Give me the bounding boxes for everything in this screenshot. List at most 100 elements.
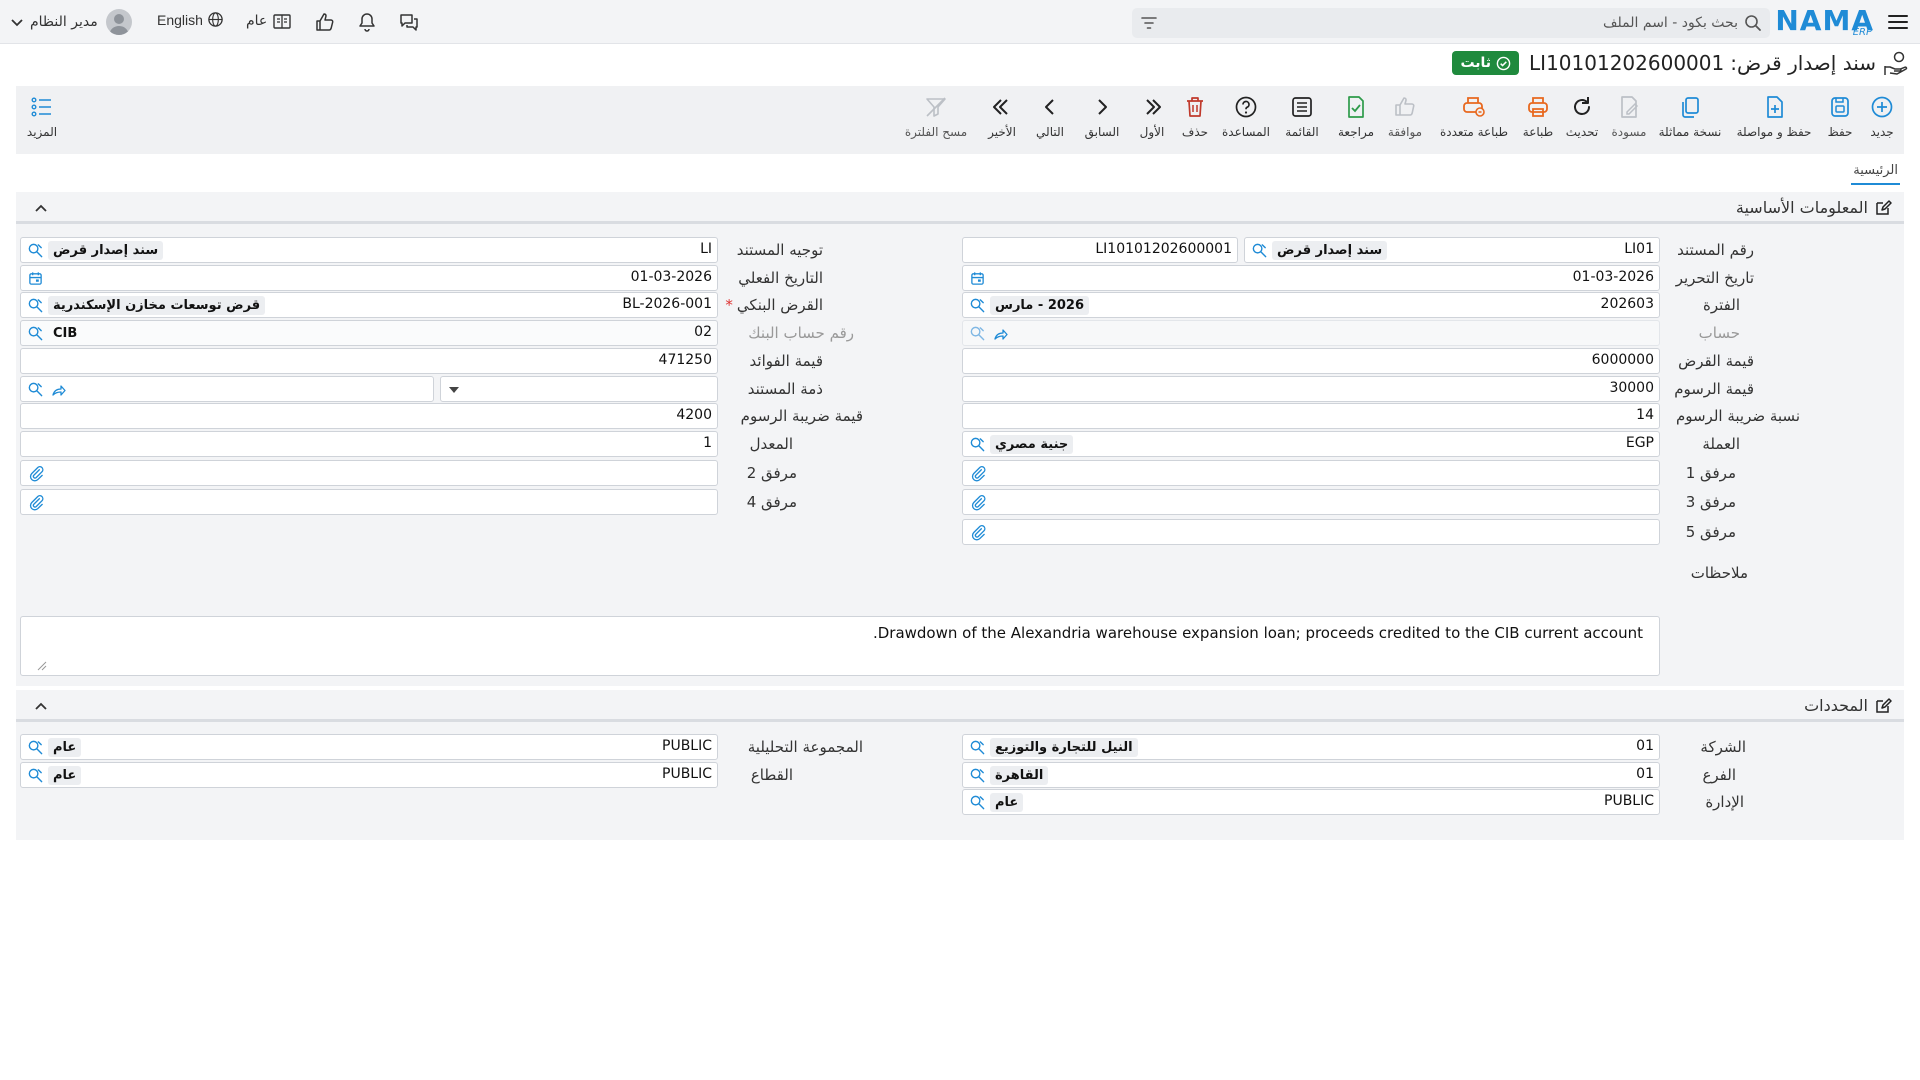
- bank-loan-field[interactable]: BL-2026-001 قرض توسعات مخازن الإسكندرية: [20, 292, 718, 318]
- doc-serial-field[interactable]: LI10101202600001: [962, 237, 1238, 263]
- language-switcher[interactable]: English: [157, 11, 224, 28]
- fees-tax-rate-field[interactable]: 14: [962, 403, 1660, 429]
- edit-date-field[interactable]: 01-03-2026: [962, 265, 1660, 291]
- duplicate-button[interactable]: نسخة مماثلة: [1654, 94, 1726, 150]
- doc-direction-field[interactable]: LI سند إصدار قرض: [20, 237, 718, 263]
- app-logo[interactable]: NAMA ERP: [1775, 4, 1874, 38]
- lookup-search-icon[interactable]: [969, 767, 986, 784]
- paperclip-icon[interactable]: [970, 494, 987, 511]
- notifications-icon[interactable]: [356, 11, 378, 33]
- interest-value-field[interactable]: 471250: [20, 348, 718, 374]
- more-list-icon: [31, 97, 51, 117]
- print-label: طباعة: [1522, 125, 1554, 139]
- menu-icon[interactable]: [1886, 10, 1910, 34]
- draft-button[interactable]: مسودة: [1606, 94, 1652, 150]
- period-field[interactable]: 202603 2026 - مارس: [962, 292, 1660, 318]
- lookup-search-icon[interactable]: [27, 739, 44, 756]
- first-record-button[interactable]: الأول: [1132, 94, 1172, 150]
- resize-grip-icon[interactable]: [37, 661, 47, 671]
- loan-value-field[interactable]: 6000000: [962, 348, 1660, 374]
- paperclip-icon[interactable]: [970, 524, 987, 541]
- lookup-search-icon[interactable]: [969, 794, 986, 811]
- attachment2-field[interactable]: [20, 460, 718, 486]
- doc-liability-field[interactable]: [20, 376, 434, 402]
- basic-info-header[interactable]: المعلومات الأساسية: [16, 192, 1904, 224]
- tab-bar: الرئيسية: [1851, 160, 1900, 188]
- messages-icon[interactable]: [398, 11, 420, 33]
- branch-field[interactable]: 01 القاهرة: [962, 762, 1660, 788]
- paperclip-icon[interactable]: [28, 494, 45, 511]
- tab-main[interactable]: الرئيسية: [1851, 161, 1900, 185]
- page-title-label: سند إصدار قرض:: [1730, 51, 1876, 75]
- company-field[interactable]: 01 النيل للتجارة والتوزيع: [962, 734, 1660, 760]
- lookup-search-icon[interactable]: [27, 767, 44, 784]
- paperclip-icon[interactable]: [970, 465, 987, 482]
- lookup-search-icon[interactable]: [27, 381, 44, 398]
- account-field[interactable]: [962, 320, 1660, 346]
- fees-value-field[interactable]: 30000: [962, 376, 1660, 402]
- attachment5-label: مرفق 5: [1685, 523, 1736, 541]
- print-button[interactable]: طباعة: [1518, 94, 1558, 150]
- fiscal-year-selector[interactable]: عام: [246, 11, 292, 31]
- lookup-search-icon[interactable]: [1251, 242, 1268, 259]
- sector-field[interactable]: PUBLIC عام: [20, 762, 718, 788]
- bank-account-chip: CIB: [53, 326, 78, 341]
- save-continue-button[interactable]: حفظ و مواصلة: [1732, 94, 1816, 150]
- bank-account-field[interactable]: 02 CIB: [20, 320, 718, 346]
- chevron-up-icon[interactable]: [34, 699, 48, 713]
- previous-record-button[interactable]: السابق: [1080, 94, 1124, 150]
- analytic-group-field[interactable]: PUBLIC عام: [20, 734, 718, 760]
- calendar-icon[interactable]: [28, 271, 43, 286]
- lookup-search-icon[interactable]: [969, 739, 986, 756]
- user-menu[interactable]: مدير النظام: [10, 8, 132, 36]
- lookup-search-icon[interactable]: [969, 436, 986, 453]
- clear-filter-button[interactable]: مسح الفلترة: [904, 94, 968, 150]
- next-record-button[interactable]: التالي: [1030, 94, 1070, 150]
- doc-type-field[interactable]: LI01 سند إصدار قرض: [1244, 237, 1660, 263]
- search-filter-icon[interactable]: [1140, 14, 1158, 32]
- new-button[interactable]: جديد: [1860, 94, 1904, 150]
- delete-label: حذف: [1181, 125, 1209, 139]
- approve-button[interactable]: موافقة: [1382, 94, 1428, 150]
- paperclip-icon[interactable]: [28, 465, 45, 482]
- attachment5-field[interactable]: [962, 519, 1660, 545]
- fees-tax-value-field[interactable]: 4200: [20, 403, 718, 429]
- last-record-button[interactable]: الأخير: [982, 94, 1022, 150]
- lookup-search-icon[interactable]: [969, 325, 986, 342]
- currency-field[interactable]: EGP جنية مصري: [962, 431, 1660, 457]
- chevron-up-icon[interactable]: [34, 201, 48, 215]
- rate-field[interactable]: 1: [20, 431, 718, 457]
- actual-date-field[interactable]: 01-03-2026: [20, 265, 718, 291]
- lookup-search-icon[interactable]: [969, 297, 986, 314]
- open-link-icon[interactable]: [993, 326, 1009, 342]
- attachment1-field[interactable]: [962, 460, 1660, 486]
- determinants-header[interactable]: المحددات: [16, 690, 1904, 722]
- delete-button[interactable]: حذف: [1176, 94, 1214, 150]
- search-icon[interactable]: [1744, 14, 1762, 32]
- review-button[interactable]: مراجعة: [1334, 94, 1378, 150]
- more-button[interactable]: المزيد: [22, 94, 62, 150]
- logo-subtext: ERP: [1852, 27, 1872, 38]
- thumbs-up-icon[interactable]: [314, 11, 336, 33]
- status-badge: ثابت: [1452, 51, 1520, 75]
- lookup-search-icon[interactable]: [27, 242, 44, 259]
- notes-value: Drawdown of the Alexandria warehouse exp…: [872, 624, 1643, 642]
- review-label: مراجعة: [1337, 125, 1375, 139]
- calendar-icon[interactable]: [970, 271, 985, 286]
- doc-liability-type-select[interactable]: [440, 376, 718, 402]
- department-field[interactable]: PUBLIC عام: [962, 789, 1660, 815]
- help-button[interactable]: المساعدة: [1218, 94, 1274, 150]
- open-link-icon[interactable]: [51, 382, 67, 398]
- attachment3-field[interactable]: [962, 489, 1660, 515]
- save-button[interactable]: حفظ: [1820, 94, 1860, 150]
- lookup-search-icon[interactable]: [27, 297, 44, 314]
- list-button[interactable]: القائمة: [1280, 94, 1324, 150]
- period-chip: 2026 - مارس: [990, 296, 1089, 315]
- lookup-search-icon[interactable]: [27, 325, 44, 342]
- attachment4-field[interactable]: [20, 489, 718, 515]
- notes-textarea[interactable]: Drawdown of the Alexandria warehouse exp…: [20, 616, 1660, 676]
- refresh-button[interactable]: تحديث: [1562, 94, 1602, 150]
- determinants-section-title: المحددات: [1804, 696, 1868, 715]
- multi-print-button[interactable]: طباعة متعددة: [1436, 94, 1512, 150]
- search-input[interactable]: [1178, 11, 1738, 35]
